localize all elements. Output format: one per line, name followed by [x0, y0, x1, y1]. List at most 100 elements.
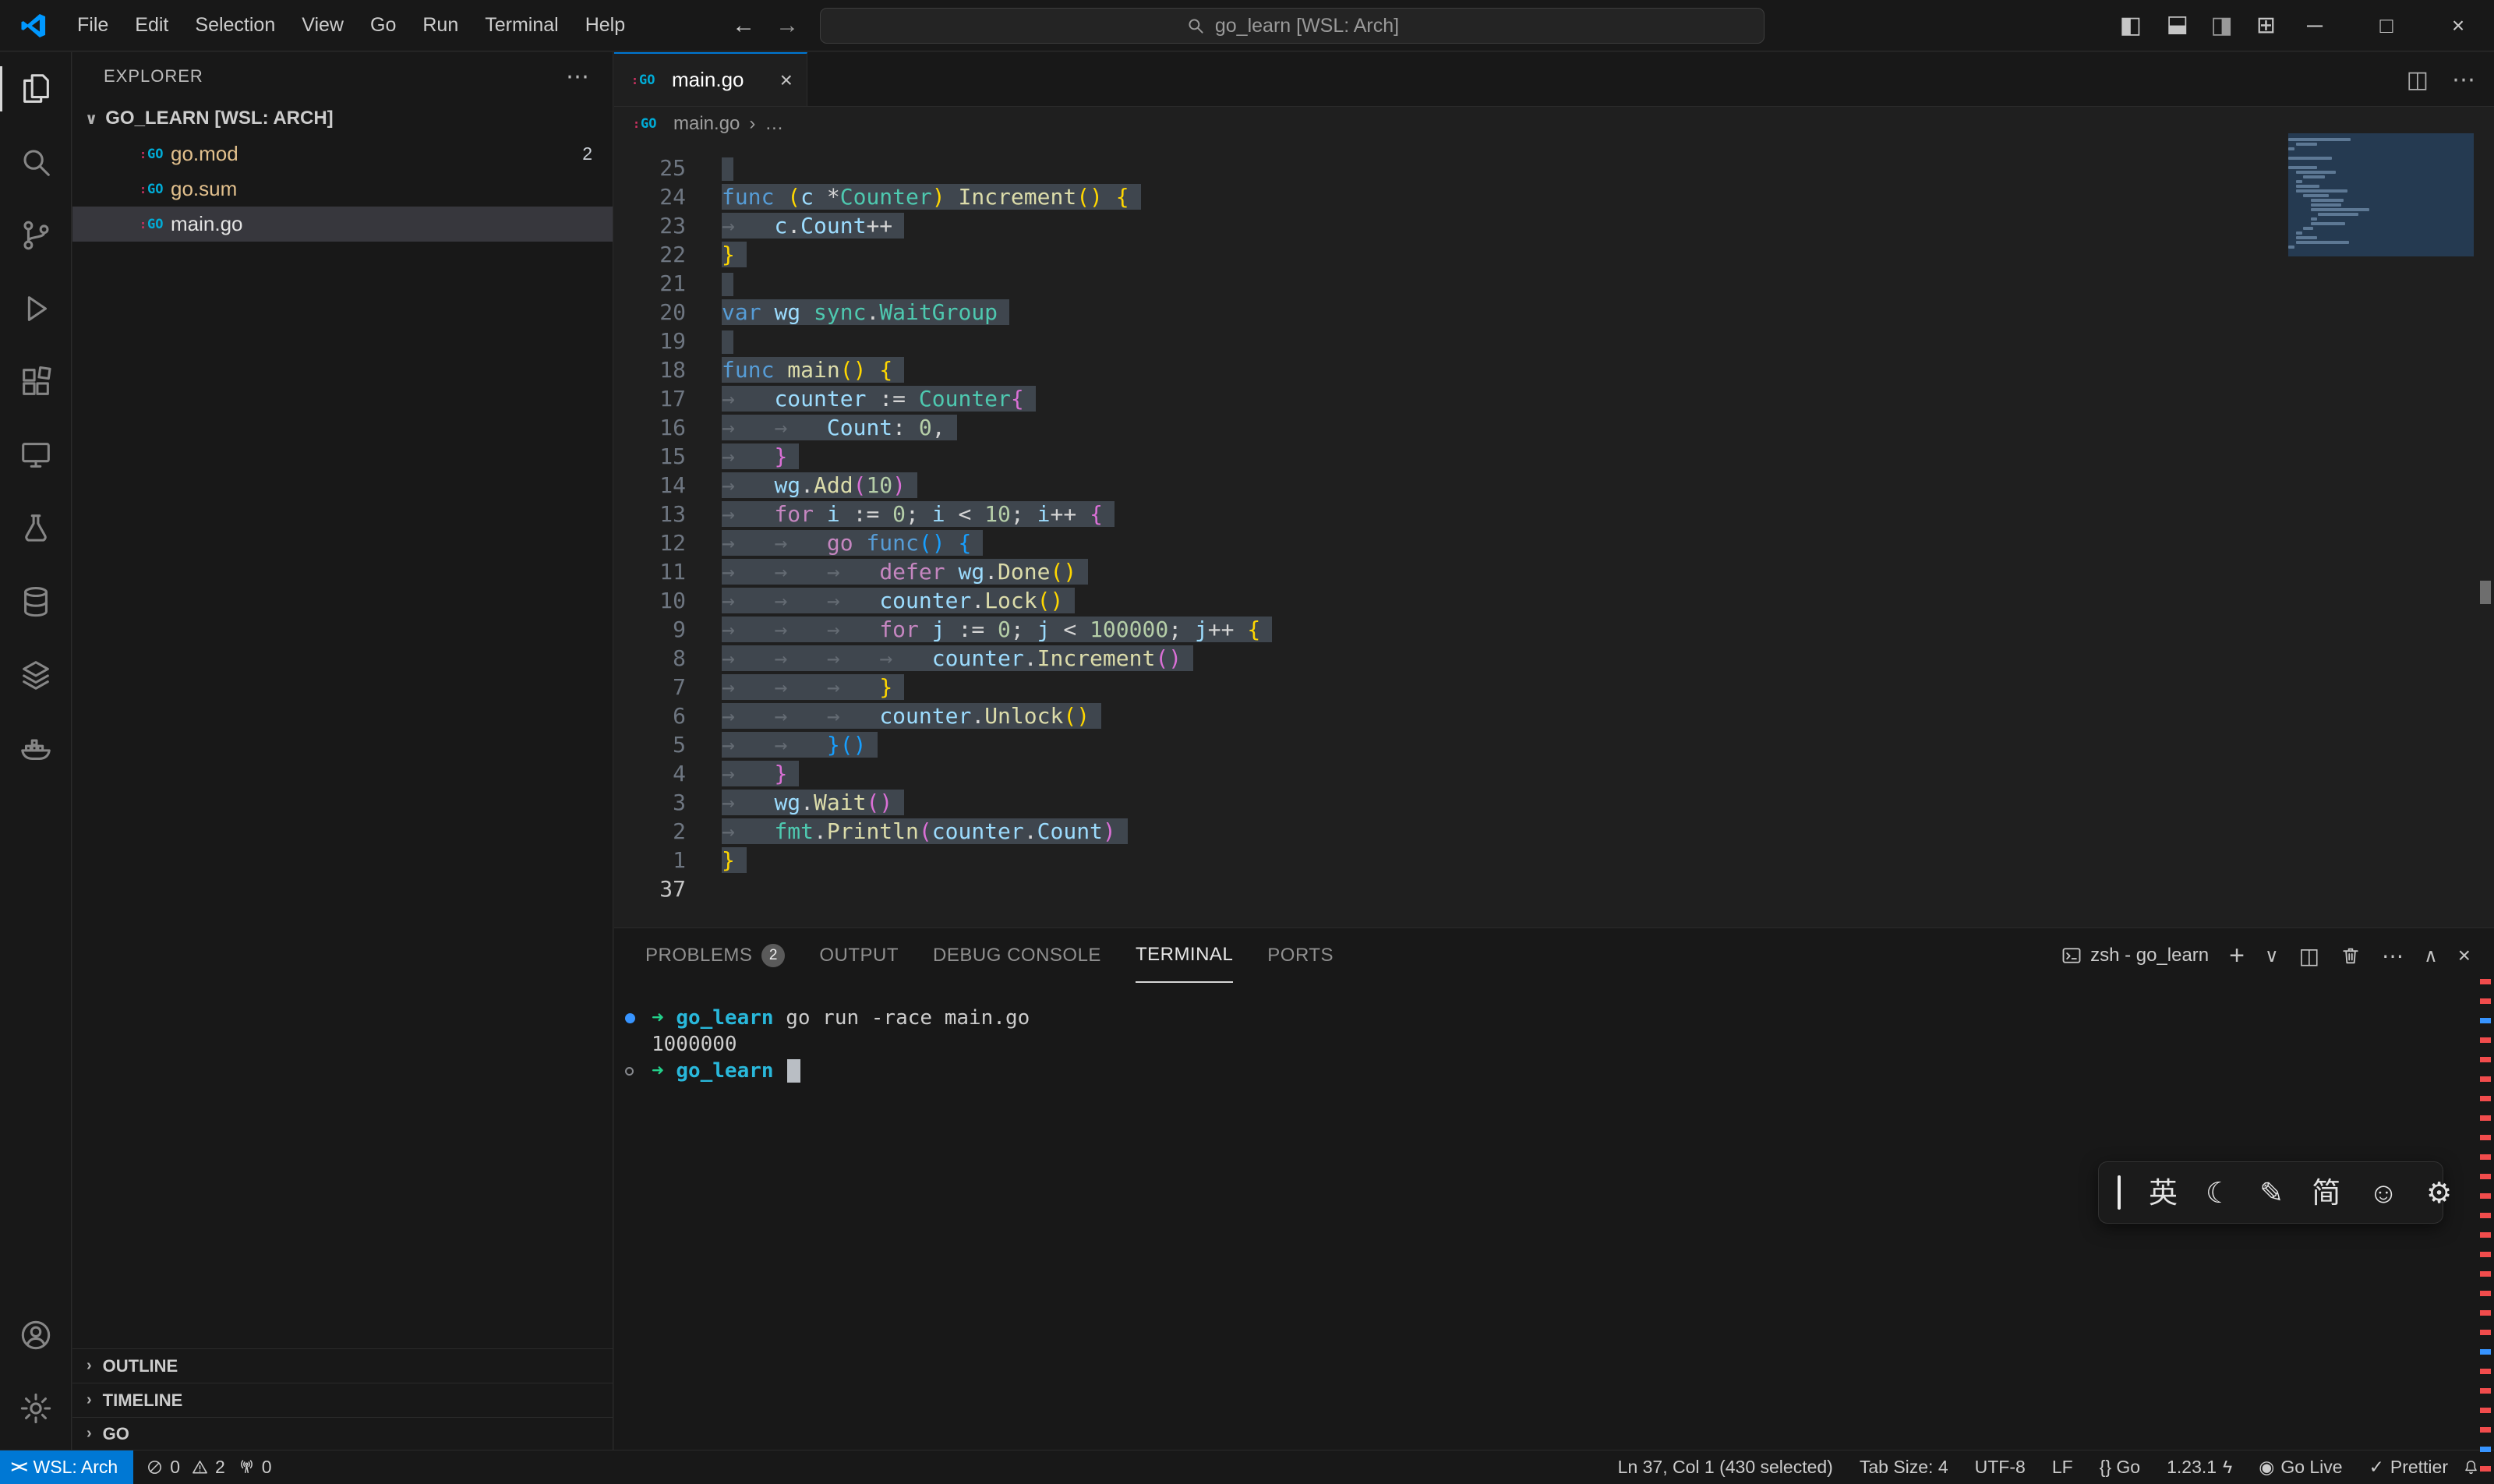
- terminal-dropdown-icon[interactable]: ∨: [2265, 945, 2279, 967]
- terminal-line[interactable]: 1000000: [625, 1031, 2494, 1058]
- toggle-secondary-sidebar-icon[interactable]: ◨: [2211, 12, 2233, 39]
- activity-run-debug[interactable]: [0, 272, 72, 345]
- panel-tab-debug-console[interactable]: DEBUG CONSOLE: [933, 928, 1101, 983]
- nav-forward-icon[interactable]: →: [775, 12, 799, 39]
- code-line[interactable]: 18func main() {: [614, 355, 2494, 384]
- code-editor[interactable]: 2524func (c *Counter) Increment() {23→ c…: [614, 141, 2494, 928]
- menu-terminal[interactable]: Terminal: [472, 9, 571, 41]
- code-line[interactable]: 25: [614, 154, 2494, 182]
- activity-accounts[interactable]: [0, 1298, 72, 1372]
- terminal-line[interactable]: ➜ go_learn go run -race main.go: [625, 1005, 2494, 1031]
- code-line[interactable]: 7→ → → }: [614, 673, 2494, 701]
- ime-item-4[interactable]: ☺: [2369, 1178, 2398, 1207]
- toggle-primary-sidebar-icon[interactable]: ◧: [2120, 12, 2142, 39]
- menu-view[interactable]: View: [288, 9, 357, 41]
- editor-more-icon[interactable]: ⋯: [2452, 66, 2475, 94]
- maximize-button[interactable]: □: [2351, 0, 2422, 51]
- menu-file[interactable]: File: [64, 9, 122, 41]
- code-line[interactable]: 5→ → }(): [614, 730, 2494, 759]
- panel-tab-terminal[interactable]: TERMINAL: [1136, 928, 1233, 983]
- section-go[interactable]: ›GO: [72, 1417, 613, 1450]
- code-line[interactable]: 19: [614, 327, 2494, 355]
- activity-remote-explorer[interactable]: [0, 419, 72, 492]
- activity-layers[interactable]: [0, 638, 72, 712]
- menu-selection[interactable]: Selection: [182, 9, 288, 41]
- code-line[interactable]: 2→ fmt.Println(counter.Count): [614, 817, 2494, 846]
- code-line[interactable]: 17→ counter := Counter{: [614, 384, 2494, 413]
- split-editor-icon[interactable]: ◫: [2407, 66, 2429, 94]
- code-line[interactable]: 6→ → → counter.Unlock(): [614, 701, 2494, 730]
- code-line[interactable]: 21: [614, 269, 2494, 298]
- minimap[interactable]: [2288, 133, 2474, 256]
- code-line[interactable]: 1}: [614, 846, 2494, 874]
- status-utf-8[interactable]: UTF-8: [1975, 1457, 2026, 1478]
- code-line[interactable]: 22}: [614, 240, 2494, 269]
- ime-item-5[interactable]: ⚙: [2426, 1178, 2452, 1207]
- file-main.go[interactable]: :GOmain.go: [72, 207, 613, 242]
- toggle-panel-icon[interactable]: ◧: [2163, 14, 2190, 36]
- activity-explorer[interactable]: [0, 52, 72, 125]
- ime-item-1[interactable]: ☾: [2206, 1178, 2231, 1207]
- code-line[interactable]: 11→ → → defer wg.Done(): [614, 557, 2494, 586]
- ime-item-2[interactable]: ✎: [2259, 1178, 2284, 1207]
- terminal-line[interactable]: ➜ go_learn: [625, 1058, 2494, 1084]
- status-1-23-1[interactable]: 1.23.1ϟ: [2167, 1457, 2232, 1478]
- code-line[interactable]: 13→ for i := 0; i < 10; i++ {: [614, 500, 2494, 528]
- status-lf[interactable]: LF: [2052, 1457, 2073, 1478]
- menu-help[interactable]: Help: [572, 9, 638, 41]
- kill-terminal-trash-icon[interactable]: [2340, 945, 2362, 966]
- code-line[interactable]: 15→ }: [614, 442, 2494, 471]
- ports-status[interactable]: 0: [238, 1457, 272, 1478]
- code-line[interactable]: 16→ → Count: 0,: [614, 413, 2494, 442]
- activity-extensions[interactable]: [0, 345, 72, 419]
- problems-status[interactable]: 0 2: [146, 1457, 225, 1478]
- menu-run[interactable]: Run: [409, 9, 472, 41]
- breadcrumb-more[interactable]: …: [765, 113, 783, 135]
- menu-edit[interactable]: Edit: [122, 9, 182, 41]
- status-prettier[interactable]: ✓Prettier: [2369, 1457, 2448, 1478]
- breadcrumb-file[interactable]: main.go: [673, 113, 740, 135]
- split-terminal-icon[interactable]: ◫: [2299, 943, 2319, 969]
- explorer-root-folder[interactable]: ∨ GO_LEARN [WSL: ARCH]: [72, 101, 613, 136]
- activity-database[interactable]: [0, 565, 72, 638]
- status-tab-size-4[interactable]: Tab Size: 4: [1860, 1457, 1948, 1478]
- tab-close-icon[interactable]: ×: [780, 68, 793, 93]
- sidebar-more-icon[interactable]: ⋯: [566, 63, 589, 90]
- code-line[interactable]: 4→ }: [614, 759, 2494, 788]
- code-line[interactable]: 12→ → go func() {: [614, 528, 2494, 557]
- file-go.mod[interactable]: :GOgo.mod2: [72, 136, 613, 171]
- panel-tab-problems[interactable]: PROBLEMS2: [645, 928, 785, 983]
- maximize-panel-icon[interactable]: ∧: [2424, 945, 2438, 967]
- code-line[interactable]: 9→ → → for j := 0; j < 100000; j++ {: [614, 615, 2494, 644]
- code-line[interactable]: 3→ wg.Wait(): [614, 788, 2494, 817]
- activity-search[interactable]: [0, 125, 72, 199]
- code-line[interactable]: 24func (c *Counter) Increment() {: [614, 182, 2494, 211]
- minimize-button[interactable]: ─: [2279, 0, 2351, 51]
- activity-settings[interactable]: [0, 1372, 72, 1445]
- status-go[interactable]: {} Go: [2100, 1457, 2140, 1478]
- activity-source-control[interactable]: [0, 199, 72, 272]
- status-go-live[interactable]: ◉Go Live: [2259, 1457, 2342, 1478]
- command-center-search[interactable]: go_learn [WSL: Arch]: [820, 8, 1765, 44]
- file-go.sum[interactable]: :GOgo.sum: [72, 171, 613, 207]
- activity-testing[interactable]: [0, 492, 72, 565]
- terminal-output[interactable]: ➜ go_learn go run -race main.go1000000➜ …: [614, 983, 2494, 1084]
- code-line[interactable]: 10→ → → counter.Lock(): [614, 586, 2494, 615]
- terminal-selector[interactable]: zsh - go_learn: [2061, 945, 2209, 966]
- section-timeline[interactable]: ›TIMELINE: [72, 1383, 613, 1417]
- panel-tab-ports[interactable]: PORTS: [1267, 928, 1334, 983]
- activity-docker[interactable]: [0, 712, 72, 785]
- breadcrumb[interactable]: :GO main.go › …: [614, 107, 2494, 141]
- close-panel-icon[interactable]: ×: [2458, 943, 2471, 968]
- status-ln-37-col-1-430-selected[interactable]: Ln 37, Col 1 (430 selected): [1618, 1457, 1833, 1478]
- code-line[interactable]: 8→ → → → counter.Increment(): [614, 644, 2494, 673]
- code-line[interactable]: 14→ wg.Add(10): [614, 471, 2494, 500]
- new-terminal-icon[interactable]: +: [2229, 941, 2245, 971]
- code-line[interactable]: 20var wg sync.WaitGroup: [614, 298, 2494, 327]
- menu-go[interactable]: Go: [357, 9, 409, 41]
- tab-main-go[interactable]: :GO main.go ×: [614, 52, 807, 106]
- code-line[interactable]: 23→ c.Count++: [614, 211, 2494, 240]
- section-outline[interactable]: ›OUTLINE: [72, 1348, 613, 1383]
- bell-icon[interactable]: [2462, 1458, 2480, 1476]
- ime-item-0[interactable]: 英: [2149, 1178, 2178, 1207]
